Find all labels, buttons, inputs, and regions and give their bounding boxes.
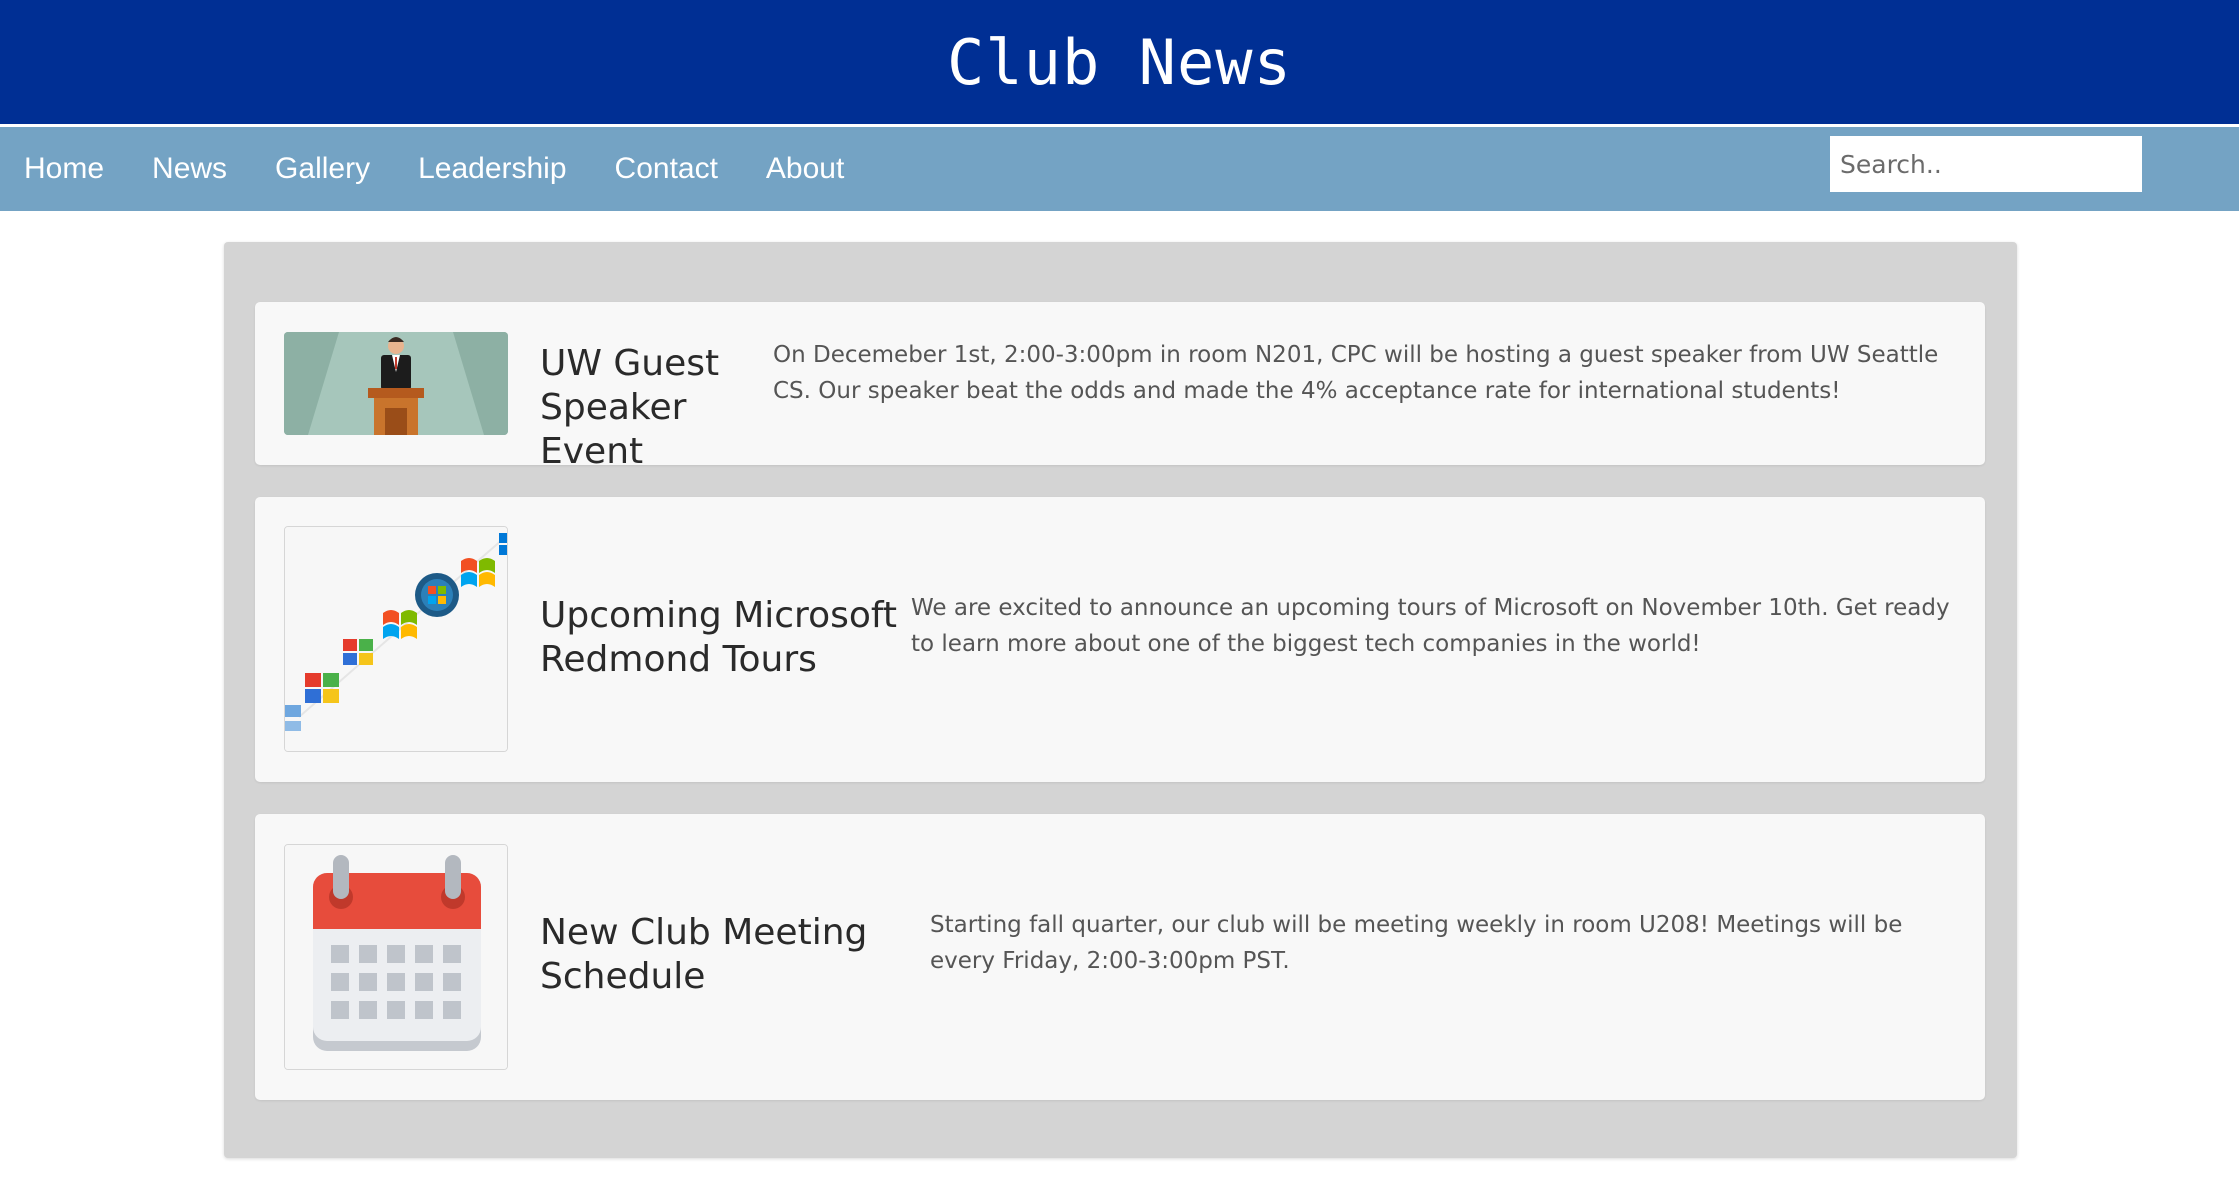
nav-leadership-link[interactable]: Leadership xyxy=(394,127,590,211)
nav-contact-link[interactable]: Contact xyxy=(591,127,742,211)
nav-about-link[interactable]: About xyxy=(742,127,868,211)
post-title: UW Guest Speaker Event xyxy=(540,343,720,472)
news-card-guest-speaker[interactable]: UW Guest Speaker Event On Decemeber 1st,… xyxy=(255,302,1985,472)
nav-home-link[interactable]: Home xyxy=(0,127,128,211)
windows-logos-icon xyxy=(284,526,508,752)
nav-gallery-link[interactable]: Gallery xyxy=(251,127,394,211)
post-title: New Club Meeting Schedule xyxy=(540,912,868,997)
post-description: We are excited to announce an upcoming t… xyxy=(911,595,1950,657)
news-panel: UW Guest Speaker Event On Decemeber 1st,… xyxy=(224,242,2017,1158)
speaker-podium-icon xyxy=(284,332,508,435)
post-description: Starting fall quarter, our club will be … xyxy=(930,912,1903,974)
search-input[interactable] xyxy=(1830,136,2142,192)
post-title: Upcoming Microsoft Redmond Tours xyxy=(540,595,898,680)
site-header: Club News xyxy=(0,0,2239,127)
calendar-icon xyxy=(284,844,508,1070)
news-card-meeting-schedule[interactable]: New Club Meeting Schedule Starting fall … xyxy=(255,814,1985,1100)
nav-news-link[interactable]: News xyxy=(128,127,251,211)
page-title: Club News xyxy=(947,25,1292,99)
news-card-microsoft-tours[interactable]: Upcoming Microsoft Redmond Tours We are … xyxy=(255,497,1985,782)
post-description: On Decemeber 1st, 2:00-3:00pm in room N2… xyxy=(773,342,1939,404)
nav-bar: Home News Gallery Leadership Contact Abo… xyxy=(0,127,2239,211)
